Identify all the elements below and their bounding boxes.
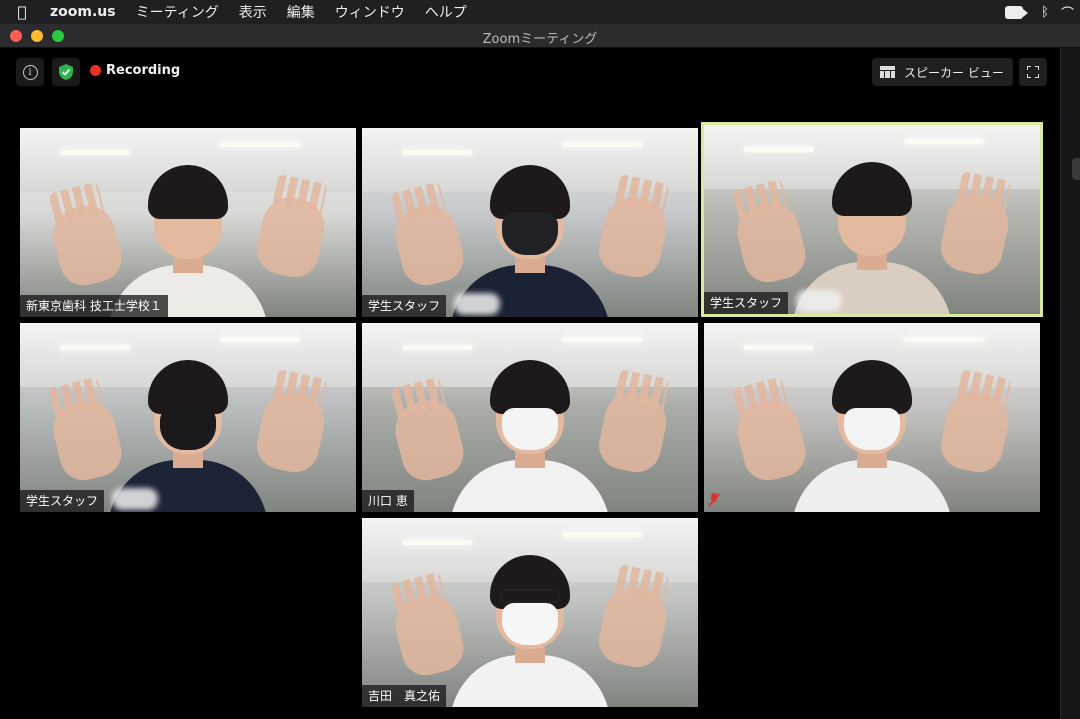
recording-label: Recording xyxy=(106,63,181,78)
participant-video-tile[interactable]: 学生スタッフ xyxy=(362,128,698,317)
fullscreen-icon xyxy=(1027,66,1039,78)
video-feed xyxy=(20,323,356,512)
participant-name-label: 学生スタッフ xyxy=(20,490,105,512)
blurred-name-overlay xyxy=(454,293,500,315)
meeting-top-bar: i Recording スピーカー ビュー xyxy=(0,48,1060,94)
participant-name-label: 川口 恵 xyxy=(362,490,414,512)
video-feed xyxy=(20,128,356,317)
meeting-info-button[interactable]: i xyxy=(16,58,44,86)
video-feed xyxy=(704,125,1040,314)
participant-video-tile[interactable]: 学生スタッフ xyxy=(20,323,356,512)
bluetooth-icon[interactable]: ᛒ xyxy=(1041,5,1049,20)
blurred-name-overlay xyxy=(796,290,842,312)
speaker-view-icon xyxy=(880,66,895,78)
window-title-bar: Zoomミーティング xyxy=(0,24,1080,48)
adjacent-window-edge xyxy=(1060,48,1080,719)
participant-name-label: 学生スタッフ xyxy=(704,292,789,314)
window-title: Zoomミーティング xyxy=(482,32,598,47)
menu-edit[interactable]: 編集 xyxy=(277,2,325,22)
fullscreen-button[interactable] xyxy=(1019,58,1047,86)
macos-menu-bar:  zoom.us ミーティング 表示 編集 ウィンドウ ヘルプ ᛒ ⌒ xyxy=(0,0,1080,24)
info-icon: i xyxy=(22,64,38,80)
blurred-name-overlay xyxy=(112,488,158,510)
encryption-button[interactable] xyxy=(52,58,80,86)
speaker-view-button[interactable]: スピーカー ビュー xyxy=(872,58,1013,86)
participant-name-label: 学生スタッフ xyxy=(362,295,447,317)
participant-name-label: 新東京歯科 技工士学校１ xyxy=(20,295,168,317)
video-feed xyxy=(704,323,1040,512)
video-feed xyxy=(362,323,698,512)
recording-dot-icon xyxy=(90,65,101,76)
menu-window[interactable]: ウィンドウ xyxy=(325,2,415,22)
menu-help[interactable]: ヘルプ xyxy=(415,2,477,22)
muted-mic-icon xyxy=(708,493,720,507)
zoom-status-camera-icon[interactable] xyxy=(1005,5,1029,19)
participant-video-tile[interactable] xyxy=(704,323,1040,512)
menu-meeting[interactable]: ミーティング xyxy=(126,2,229,22)
video-feed xyxy=(362,128,698,317)
recording-indicator[interactable]: Recording xyxy=(90,63,180,78)
video-feed xyxy=(362,518,698,707)
apple-menu-icon[interactable]:  xyxy=(0,3,44,21)
shield-icon xyxy=(59,64,73,80)
wifi-icon[interactable]: ⌒ xyxy=(1061,3,1074,22)
participant-name-label: 吉田 真之佑 xyxy=(362,685,447,707)
participant-video-tile[interactable]: 吉田 真之佑 xyxy=(362,518,698,707)
speaker-view-label: スピーカー ビュー xyxy=(904,65,1004,80)
participant-video-tile[interactable]: 新東京歯科 技工士学校１ xyxy=(20,128,356,317)
menu-view[interactable]: 表示 xyxy=(229,2,277,22)
menu-app-name[interactable]: zoom.us xyxy=(44,4,126,20)
participant-video-tile[interactable]: 学生スタッフ xyxy=(701,122,1043,317)
participant-video-tile[interactable]: 川口 恵 xyxy=(362,323,698,512)
